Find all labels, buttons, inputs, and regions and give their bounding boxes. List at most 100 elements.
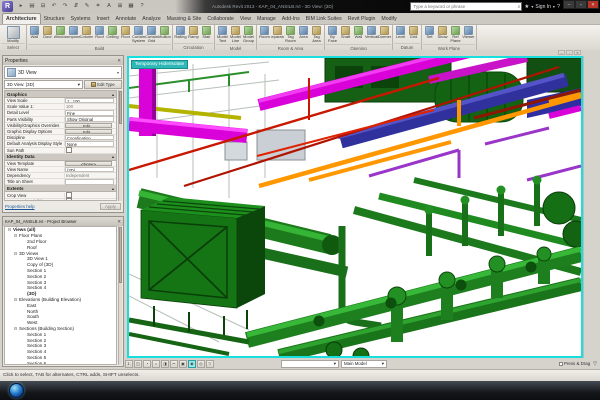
chevron-down-icon[interactable]: ▾ [553, 4, 555, 9]
start-button[interactable] [9, 383, 24, 398]
tree-expander-icon[interactable]: ⊟ [13, 297, 18, 302]
view-control-icon[interactable]: ◎ [197, 360, 205, 368]
tree-expander-icon[interactable]: ⊟ [7, 227, 12, 232]
ribbon-button[interactable]: Stair [200, 25, 213, 43]
view-control-icon[interactable]: ✂ [170, 360, 178, 368]
ribbon-tab[interactable]: Manage [254, 14, 279, 24]
view-control-icon[interactable]: ▽ [206, 360, 214, 368]
ribbon-button[interactable]: Area [297, 25, 310, 44]
ribbon-group-label[interactable]: Work Plane [423, 44, 475, 50]
temporary-hide-isolate-chip[interactable]: Temporary Hide/Isolate [131, 60, 188, 69]
ribbon-button[interactable]: Dormer [378, 25, 391, 44]
type-selector[interactable]: 3D View ▾ [4, 66, 122, 79]
ribbon-tab[interactable]: Analyze [139, 14, 163, 24]
restore-button[interactable]: ▫ [575, 0, 587, 9]
ribbon-tab[interactable]: Architecture [2, 13, 41, 24]
ribbon-button[interactable]: Model Text [216, 25, 229, 44]
ribbon-button[interactable]: Tag Area [310, 25, 323, 44]
press-drag-checkbox[interactable]: Press & Drag [559, 361, 590, 366]
qat-icon[interactable]: ✎ [82, 1, 92, 11]
view-control-icon[interactable]: ☼ [152, 360, 160, 368]
minimize-button[interactable]: – [563, 0, 575, 9]
ribbon-button[interactable]: Wall [352, 25, 365, 44]
ribbon-button[interactable]: Component [67, 25, 80, 44]
qat-icon[interactable]: ⊟ [38, 1, 48, 11]
properties-header[interactable]: Properties ✕ [3, 56, 123, 65]
ribbon-group-label[interactable]: Select [1, 43, 25, 50]
ribbon-button[interactable]: Mullion [158, 25, 171, 44]
search-icon[interactable]: ⌕ [517, 4, 522, 10]
close-icon[interactable]: ✕ [117, 219, 121, 225]
ribbon-button[interactable]: Tag Room [284, 25, 297, 44]
star-icon[interactable]: ★ [524, 4, 529, 10]
ribbon-group-label[interactable]: Model [216, 44, 255, 50]
revit-app-icon[interactable]: R [2, 1, 13, 12]
ribbon-button[interactable]: Modify [1, 25, 25, 43]
ribbon-button[interactable]: Door [41, 25, 54, 44]
apply-button[interactable]: Apply [100, 203, 121, 210]
ribbon-button[interactable]: Curtain Grid [145, 25, 158, 44]
ribbon-button[interactable]: Model Line [229, 25, 242, 44]
view-window-control-icon[interactable]: ✕ [574, 50, 581, 55]
instance-selector-combo[interactable]: 3D View: {3D} ▾ [4, 80, 83, 89]
ribbon-button[interactable]: Window [54, 25, 67, 44]
view-window-control-icon[interactable]: ▫ [566, 50, 573, 55]
property-row[interactable]: Crop Region Visible [5, 199, 116, 201]
ribbon-button[interactable]: Curtain System [132, 25, 145, 44]
edit-type-button[interactable]: Edit Type [84, 80, 122, 89]
qat-icon[interactable]: A [104, 1, 114, 11]
view-control-icon[interactable]: ◳ [134, 360, 142, 368]
close-button[interactable]: ✕ [587, 0, 599, 9]
browser-tree-item[interactable]: Section 6 [5, 360, 116, 365]
ribbon-button[interactable]: Vertical [365, 25, 378, 44]
ribbon-button[interactable]: Wall [28, 25, 41, 44]
view-window-control-icon[interactable]: – [558, 50, 565, 55]
ribbon-button[interactable]: Separator [271, 25, 284, 44]
ribbon-tab[interactable]: View [237, 14, 254, 24]
ribbon-tab[interactable]: Annotate [112, 14, 139, 24]
view-control-icon[interactable]: ◨ [161, 360, 169, 368]
ribbon-button[interactable]: Column [80, 25, 93, 44]
ribbon-group-label[interactable]: Datum [394, 43, 420, 50]
help-icon[interactable]: ? [557, 4, 560, 10]
view-control-icon[interactable]: ◉ [188, 360, 196, 368]
view-control-icon[interactable]: ◔ [143, 360, 151, 368]
ribbon-tab[interactable]: Structure [41, 14, 68, 24]
qat-icon[interactable]: ▤ [27, 1, 37, 11]
ribbon-tab[interactable]: BIM Link Suites [303, 14, 345, 24]
qat-icon[interactable]: ⇵ [71, 1, 81, 11]
ribbon-button[interactable]: Floor [119, 25, 132, 44]
ribbon-button[interactable]: Railing [174, 25, 187, 43]
ribbon-tab[interactable]: Massing & Site [164, 14, 205, 24]
qat-icon[interactable]: ▦ [126, 1, 136, 11]
qat-icon[interactable]: ? [137, 1, 147, 11]
ribbon-button[interactable]: Show [436, 25, 449, 44]
ribbon-group-label[interactable]: Build [28, 44, 171, 50]
sign-in-button[interactable]: Sign In [535, 4, 551, 10]
ribbon-button[interactable]: Ceiling [106, 25, 119, 44]
tree-expander-icon[interactable]: ⊟ [13, 251, 18, 256]
3d-model-canvas[interactable] [129, 58, 581, 356]
ribbon-tab[interactable]: Collaborate [204, 14, 237, 24]
close-icon[interactable]: ✕ [117, 58, 121, 64]
ribbon-tab[interactable]: Revit Plugin [345, 14, 379, 24]
ribbon-button[interactable]: Ref Plane [449, 25, 462, 44]
ribbon-tab[interactable]: Modify [378, 14, 399, 24]
ribbon-tab[interactable]: Add-Ins [279, 14, 303, 24]
active-workset-combo[interactable]: ▾ [281, 360, 339, 368]
ribbon-button[interactable]: Model Group [242, 25, 255, 44]
ribbon-group-label[interactable]: Opening [326, 44, 391, 50]
ribbon-button[interactable]: Grid [407, 25, 420, 43]
view-control-icon[interactable]: ▣ [179, 360, 187, 368]
tree-expander-icon[interactable]: ⊟ [13, 326, 18, 331]
drawing-area[interactable]: Temporary Hide/Isolate [127, 56, 583, 358]
qat-icon[interactable]: ▸ [16, 1, 26, 11]
properties-help-link[interactable]: Properties help [5, 204, 35, 209]
ribbon-button[interactable]: Shaft [339, 25, 352, 44]
qat-icon[interactable]: ⌗ [93, 1, 103, 11]
ribbon-button[interactable]: By Face [326, 25, 339, 44]
ribbon-button[interactable]: Roof [93, 25, 106, 44]
ribbon-button[interactable]: Room [258, 25, 271, 44]
search-input[interactable] [411, 4, 516, 9]
browser-scrollbar[interactable] [118, 226, 122, 365]
